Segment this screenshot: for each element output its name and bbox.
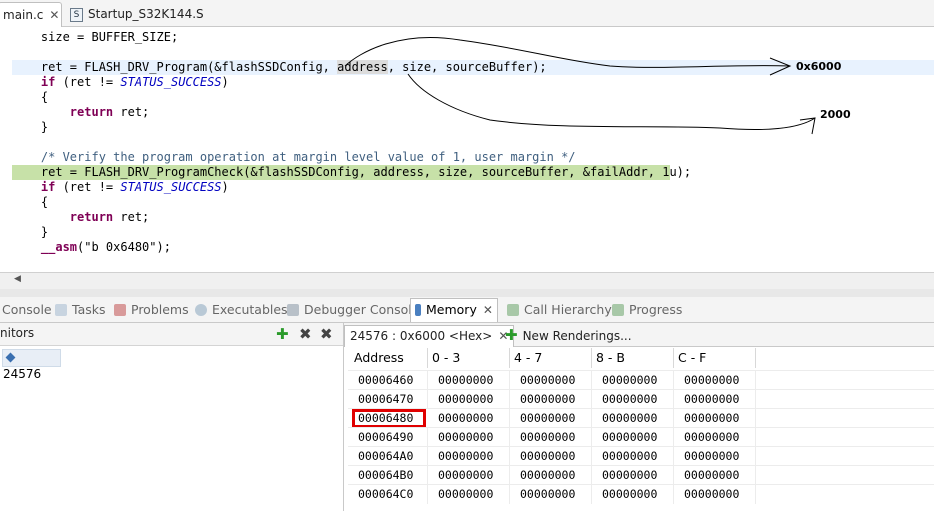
table-row[interactable]: 000064C0 00000000 00000000 00000000 00000000: [348, 484, 934, 504]
tab-debugger-console[interactable]: Debugger Console: [287, 301, 419, 318]
column-header: 8 - B: [592, 348, 674, 368]
address-arrow: [344, 36, 791, 68]
memory-value-cell[interactable]: 00000000: [510, 485, 592, 504]
add-monitor-icon[interactable]: ✚: [276, 325, 289, 343]
memory-value-cell[interactable]: 00000000: [592, 485, 674, 504]
tab-new-renderings[interactable]: ✚ New Renderings...: [500, 325, 637, 346]
memory-value-cell[interactable]: 00000000: [428, 466, 510, 485]
table-row[interactable]: 000064A0 00000000 00000000 00000000 00000000: [348, 446, 934, 466]
table-row[interactable]: 00006470 00000000 00000000 00000000 00000000: [348, 389, 934, 409]
memory-value-cell[interactable]: 00000000: [510, 390, 592, 409]
monitor-item[interactable]: 24576: [2, 349, 61, 381]
memory-value-cell[interactable]: 00000000: [674, 447, 756, 466]
memory-value-cell[interactable]: 00000000: [674, 428, 756, 447]
tab-label: Executables: [212, 302, 288, 317]
address-cell: 000064C0: [348, 485, 428, 504]
memory-value-cell[interactable]: 00000000: [428, 428, 510, 447]
memory-value-cell[interactable]: 00000000: [592, 466, 674, 485]
memory-value-cell[interactable]: 00000000: [428, 390, 510, 409]
tab-rendering-hex[interactable]: 24576 : 0x6000 <Hex> ✕: [344, 325, 515, 347]
memory-value-cell[interactable]: 00000000: [592, 390, 674, 409]
renderings-tab-bar: 24576 : 0x6000 <Hex> ✕ ✚ New Renderings...: [344, 323, 934, 347]
scroll-left-icon[interactable]: ◀: [14, 274, 21, 284]
memory-value-cell[interactable]: 00000000: [674, 485, 756, 504]
memory-value-cell[interactable]: 00000000: [510, 466, 592, 485]
monitors-header: nitors ✚ ✖ ✖: [0, 323, 343, 346]
memory-value-cell[interactable]: 00000000: [510, 447, 592, 466]
address-cell: 00006470: [348, 390, 428, 409]
tab-label: Tasks: [72, 302, 106, 317]
memory-value-cell[interactable]: 00000000: [592, 371, 674, 390]
views-tab-bar: Console Tasks Problems Executables Debug…: [0, 297, 934, 323]
tab-label: Progress: [629, 302, 683, 317]
debugger-console-icon: [287, 304, 299, 316]
address-cell: 00006460: [348, 371, 428, 390]
editor-horizontal-scrollbar[interactable]: ◀: [0, 272, 934, 289]
memory-value-cell[interactable]: 00000000: [592, 428, 674, 447]
annotation-arrows: [344, 36, 816, 135]
column-header: C - F: [674, 348, 756, 368]
memory-value-cell[interactable]: 00000000: [510, 428, 592, 447]
table-row[interactable]: 00006480 00000000 00000000 00000000 00000000: [348, 408, 934, 428]
memory-value-cell[interactable]: 00000000: [428, 485, 510, 504]
memory-value-cell[interactable]: 00000000: [592, 447, 674, 466]
remove-all-icon[interactable]: ✖: [320, 325, 333, 343]
table-row[interactable]: 00006460 00000000 00000000 00000000 00000000: [348, 370, 934, 390]
address-cell: 000064B0: [348, 466, 428, 485]
memory-value-cell[interactable]: 00000000: [674, 371, 756, 390]
memory-value-cell[interactable]: 00000000: [674, 409, 756, 428]
memory-value-cell[interactable]: 00000000: [428, 447, 510, 466]
tab-memory[interactable]: Memory ✕: [410, 298, 498, 322]
tab-executables[interactable]: Executables: [195, 301, 288, 318]
monitors-panel: nitors ✚ ✖ ✖ 24576: [0, 323, 344, 511]
tab-label: Memory: [426, 302, 477, 317]
column-header: 0 - 3: [428, 348, 510, 368]
memory-value-cell[interactable]: 00000000: [592, 409, 674, 428]
address-cell: 00006480: [352, 409, 426, 428]
tab-problems[interactable]: Problems: [114, 301, 189, 318]
tab-label: Debugger Console: [304, 302, 420, 317]
monitor-label: 24576: [3, 367, 42, 381]
memory-value-cell[interactable]: 00000000: [674, 390, 756, 409]
memory-value-cell[interactable]: 00000000: [428, 409, 510, 428]
address-cell: 000064A0: [348, 447, 428, 466]
memory-value-cell[interactable]: 00000000: [674, 466, 756, 485]
address-annotation: 0x6000: [796, 60, 842, 73]
close-icon[interactable]: ✕: [483, 299, 493, 321]
remove-monitor-icon[interactable]: ✖: [299, 325, 312, 343]
tab-label: Call Hierarchy: [524, 302, 612, 317]
tab-label: Problems: [131, 302, 189, 317]
column-header: Address: [348, 348, 428, 368]
memory-icon: [415, 304, 421, 316]
monitor-icon: [5, 352, 16, 363]
memory-value-cell[interactable]: 00000000: [510, 371, 592, 390]
size-annotation: 2000: [820, 108, 851, 121]
address-arrowhead: [769, 57, 792, 76]
tab-progress[interactable]: Progress: [612, 301, 682, 318]
add-icon: ✚: [505, 326, 518, 344]
tab-label: 24576 : 0x6000 <Hex>: [350, 329, 493, 343]
column-header: 4 - 7: [510, 348, 592, 368]
divider: [0, 289, 934, 297]
problems-icon: [114, 304, 126, 316]
memory-renderings-panel: 24576 : 0x6000 <Hex> ✕ ✚ New Renderings...…: [344, 323, 934, 511]
size-arrow: [407, 73, 816, 130]
executables-icon: [195, 304, 207, 316]
tasks-icon: [55, 304, 67, 316]
monitors-title: nitors: [0, 326, 35, 340]
call-hierarchy-icon: [507, 304, 519, 316]
progress-icon: [612, 304, 624, 316]
tab-console[interactable]: Console: [2, 301, 52, 318]
address-cell: 00006490: [348, 428, 428, 447]
tab-tasks[interactable]: Tasks: [55, 301, 106, 318]
tab-label: Console: [2, 302, 52, 317]
tab-call-hierarchy[interactable]: Call Hierarchy: [507, 301, 612, 318]
table-row[interactable]: 00006490 00000000 00000000 00000000 00000000: [348, 427, 934, 447]
memory-value-cell[interactable]: 00000000: [510, 409, 592, 428]
tab-label: New Renderings...: [522, 329, 632, 343]
size-arrowhead: [799, 117, 816, 135]
table-row[interactable]: 000064B0 00000000 00000000 00000000 00000000: [348, 465, 934, 485]
memory-value-cell[interactable]: 00000000: [428, 371, 510, 390]
